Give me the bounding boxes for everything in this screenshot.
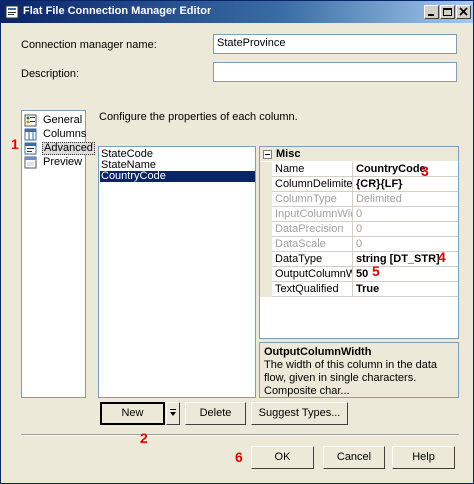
maximize-button[interactable] (440, 5, 455, 19)
property-row[interactable]: DataPrecision 0 (260, 222, 458, 237)
description-title: OutputColumnWidth (264, 346, 372, 358)
advanced-icon (24, 142, 37, 155)
connection-name-label: Connection manager name: (21, 39, 157, 51)
property-row[interactable]: OutputColumnWidth 50 (260, 267, 458, 282)
property-grid[interactable]: Misc Name CountryCode ColumnDelimiter {C… (259, 146, 459, 339)
separator (21, 434, 459, 436)
title-bar[interactable]: Flat File Connection Manager Editor (1, 1, 473, 23)
description-text: The width of this column in the data flo… (264, 359, 438, 397)
page-navigation: General Columns Advanced Preview (21, 110, 95, 398)
annotation-5: 5 (372, 263, 380, 279)
property-name: OutputColumnWidth (272, 267, 353, 282)
property-value: Delimited (356, 193, 402, 205)
description-input[interactable] (213, 62, 457, 82)
property-value[interactable]: True (354, 282, 458, 297)
annotation-1: 1 (11, 136, 19, 152)
close-icon (459, 7, 468, 16)
connection-name-input[interactable]: StateProvince (213, 34, 457, 54)
annotation-6: 6 (235, 449, 243, 465)
general-icon (24, 114, 37, 127)
property-row[interactable]: InputColumnWidth 0 (260, 207, 458, 222)
nav-label: General (43, 114, 83, 126)
close-button[interactable] (456, 5, 471, 19)
new-button[interactable]: New (100, 402, 165, 425)
columns-icon (24, 128, 37, 141)
annotation-3: 3 (421, 163, 429, 179)
annotation-2: 2 (140, 430, 148, 446)
property-value[interactable]: {CR}{LF} (354, 177, 458, 192)
property-row[interactable]: ColumnType Delimited (260, 192, 458, 207)
property-name: Name (272, 162, 353, 177)
property-name: ColumnType (272, 192, 353, 207)
property-name: DataType (272, 252, 353, 267)
property-value[interactable]: 50 (354, 267, 458, 282)
property-name: InputColumnWidth (272, 207, 353, 222)
property-name: DataPrecision (272, 222, 353, 237)
nav-label: Columns (43, 128, 87, 140)
category-row[interactable]: Misc (260, 147, 458, 161)
property-value[interactable]: CountryCode (354, 162, 458, 177)
property-description-panel: OutputColumnWidth The width of this colu… (259, 342, 459, 398)
property-name: ColumnDelimiter (272, 177, 353, 192)
property-row[interactable]: DataType string [DT_STR] (260, 252, 458, 267)
property-row[interactable]: TextQualified True (260, 282, 458, 297)
description-label: Description: (21, 68, 80, 80)
maximize-icon (443, 8, 452, 16)
help-button[interactable]: Help (392, 446, 455, 469)
property-value: 0 (356, 208, 363, 220)
instructions-text: Configure the properties of each column. (99, 111, 298, 123)
property-name: TextQualified (272, 282, 353, 297)
category-label: Misc (276, 148, 301, 160)
property-row[interactable]: DataScale 0 (260, 237, 458, 252)
window-title: Flat File Connection Manager Editor (23, 5, 212, 17)
column-list[interactable]: StateCode StateName CountryCode (98, 146, 256, 398)
dialog-window: Flat File Connection Manager Editor Conn… (0, 0, 474, 484)
preview-icon (24, 156, 37, 169)
minimize-button[interactable] (424, 5, 439, 19)
suggest-types-button[interactable]: Suggest Types... (251, 402, 348, 425)
property-value: 0 (356, 223, 363, 235)
property-name: DataScale (272, 237, 353, 252)
cancel-button[interactable]: Cancel (323, 446, 385, 469)
ok-button[interactable]: OK (251, 446, 314, 469)
delete-button[interactable]: Delete (185, 402, 246, 425)
list-item-selected[interactable]: CountryCode (100, 171, 255, 182)
nav-label: Preview (43, 156, 83, 168)
nav-label: Advanced (42, 142, 95, 155)
collapse-icon[interactable] (263, 150, 272, 159)
property-row[interactable]: ColumnDelimiter {CR}{LF} (260, 177, 458, 192)
app-icon (5, 5, 19, 19)
annotation-4: 4 (438, 249, 446, 265)
minimize-icon (428, 14, 434, 16)
dropdown-arrow-icon (170, 409, 176, 416)
new-dropdown-button[interactable] (166, 402, 180, 425)
